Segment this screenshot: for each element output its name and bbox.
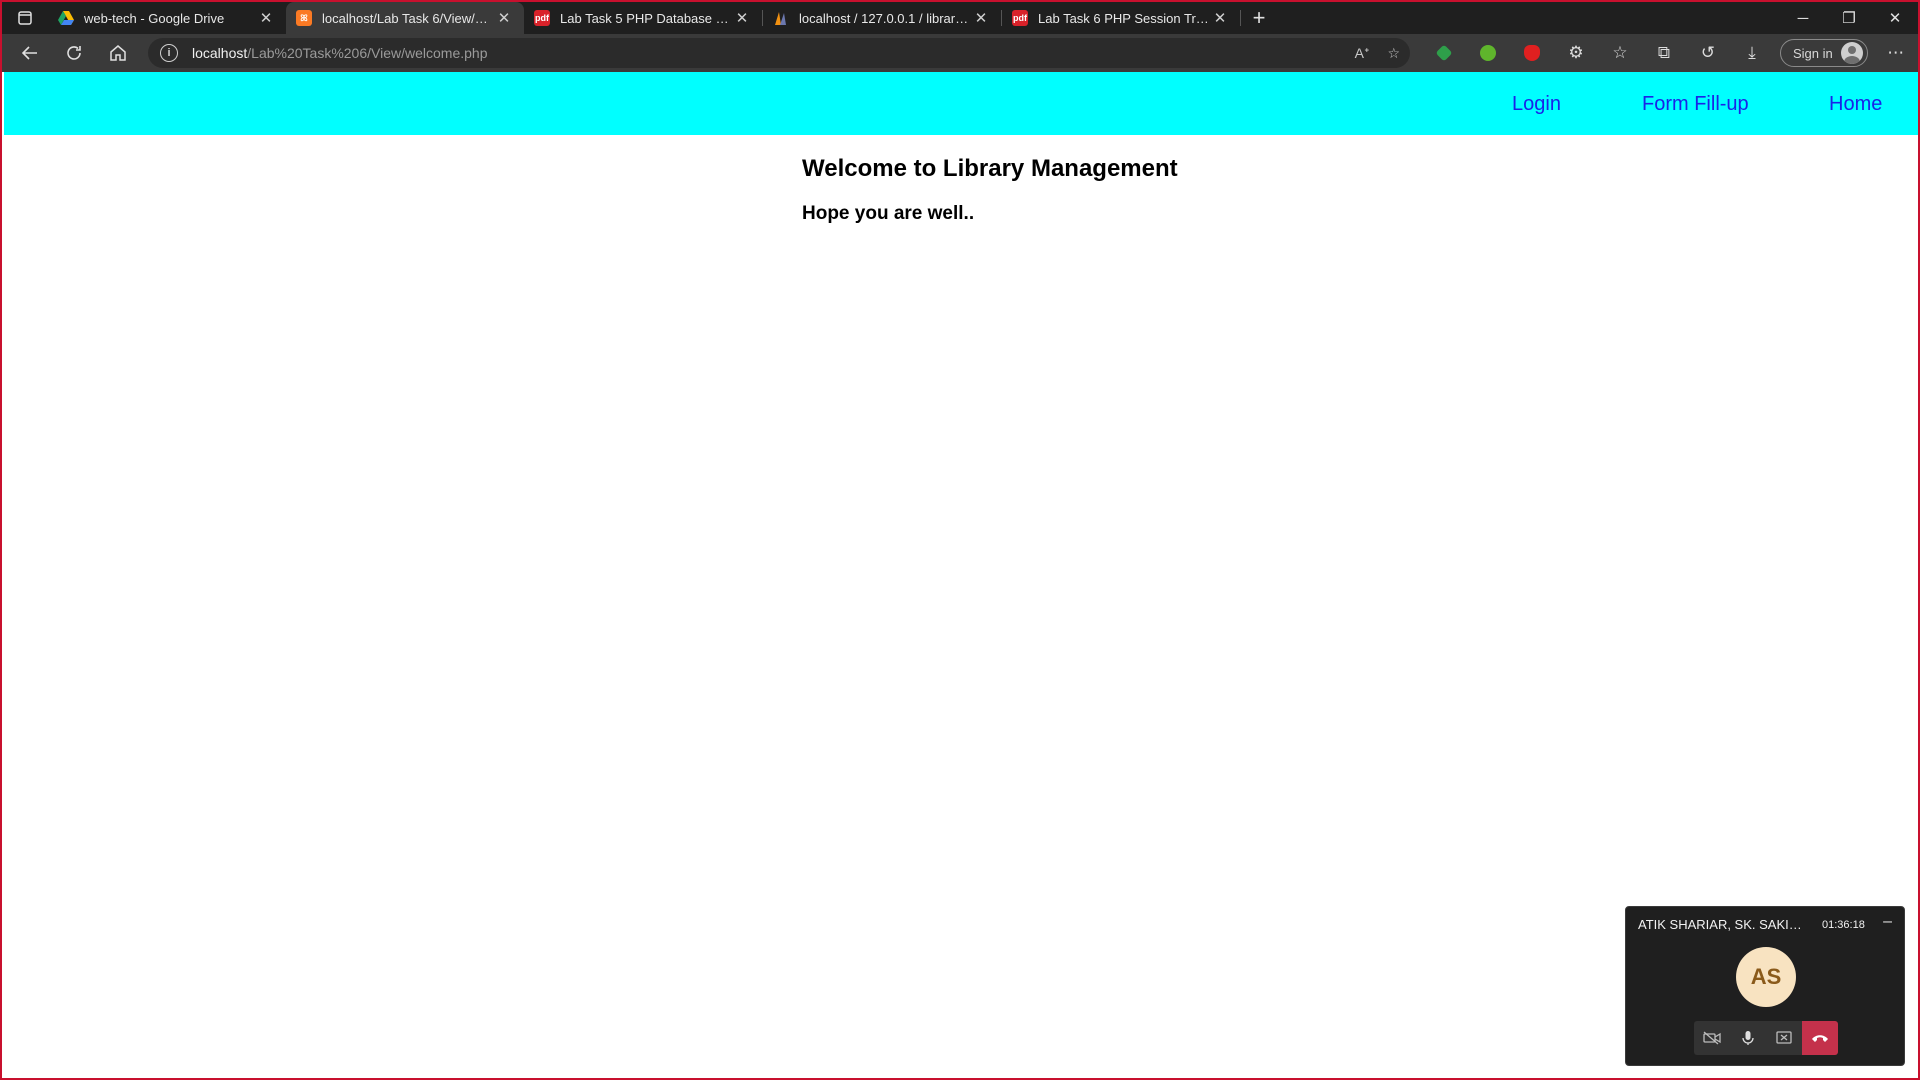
call-controls: [1694, 1021, 1838, 1055]
history-icon[interactable]: ↺: [1686, 34, 1730, 72]
tab-close-icon[interactable]: ✕: [1210, 9, 1230, 27]
call-participants: ATIK SHARIAR, SK. SAKIB ...: [1638, 917, 1806, 932]
collections-icon[interactable]: ⧉: [1642, 34, 1686, 72]
share-screen-button[interactable]: [1766, 1021, 1802, 1055]
share-screen-icon: [1776, 1031, 1792, 1044]
read-aloud-icon[interactable]: Aᐩ: [1355, 45, 1370, 62]
tab-close-icon[interactable]: ✕: [971, 9, 991, 27]
extension-green-icon[interactable]: [1422, 34, 1466, 72]
profile-avatar-icon: [1840, 42, 1863, 64]
home-icon: [110, 45, 126, 61]
add-favorite-icon[interactable]: ☆: [1387, 45, 1400, 62]
sign-in-button[interactable]: Sign in: [1780, 39, 1868, 67]
site-navbar: Login Form Fill-up Home: [4, 72, 1918, 135]
tab-phpmyadmin[interactable]: localhost / 127.0.0.1 / library / lib ✕: [763, 2, 1001, 34]
tab-title: web-tech - Google Drive: [84, 10, 225, 26]
new-tab-button[interactable]: +: [1241, 2, 1277, 34]
page-title: Welcome to Library Management: [802, 155, 1178, 182]
participant-avatar: AS: [1736, 947, 1796, 1007]
nav-link-home[interactable]: Home: [1829, 93, 1882, 116]
browser-toolbar: i localhost/Lab%20Task%206/View/welcome.…: [2, 34, 1918, 72]
hang-up-button[interactable]: [1802, 1021, 1838, 1055]
tab-lab-task-6[interactable]: pdf Lab Task 6 PHP Session Tracking ✕: [1002, 2, 1240, 34]
back-arrow-icon: [21, 46, 37, 60]
phpmyadmin-icon: [773, 10, 789, 26]
pdf-icon: pdf: [1012, 10, 1028, 26]
tab-title: localhost/Lab Task 6/View/welco: [322, 10, 494, 26]
call-widget[interactable]: ATIK SHARIAR, SK. SAKIB ... 01:36:18 – A…: [1625, 906, 1905, 1066]
xampp-icon: ꕤ: [296, 10, 312, 26]
sign-in-label: Sign in: [1793, 45, 1833, 61]
hang-up-icon: [1812, 1035, 1828, 1042]
page-subtitle: Hope you are well..: [802, 203, 975, 224]
tab-lab-task-5[interactable]: pdf Lab Task 5 PHP Database Conne ✕: [524, 2, 762, 34]
tab-close-icon[interactable]: ✕: [256, 9, 276, 27]
favorites-icon[interactable]: ☆: [1598, 34, 1642, 72]
url-path: /Lab%20Task%206/View/welcome.php: [247, 45, 488, 61]
tab-title: Lab Task 5 PHP Database Conne: [560, 10, 732, 26]
refresh-icon: [67, 46, 81, 60]
home-button[interactable]: [96, 34, 140, 72]
tab-close-icon[interactable]: ✕: [494, 9, 514, 27]
tab-actions-button[interactable]: [2, 2, 48, 34]
camera-off-icon: [1703, 1031, 1721, 1045]
call-duration: 01:36:18: [1822, 919, 1865, 931]
tab-google-drive[interactable]: web-tech - Google Drive ✕: [48, 2, 286, 34]
refresh-button[interactable]: [52, 34, 96, 72]
site-info-icon[interactable]: i: [160, 44, 178, 62]
address-bar[interactable]: i localhost/Lab%20Task%206/View/welcome.…: [148, 38, 1410, 68]
toolbar-extensions: ⚙ ☆ ⧉ ↺ ⤓ Sign in ⋯: [1422, 34, 1918, 72]
close-window-button[interactable]: ✕: [1872, 2, 1918, 34]
tab-title: localhost / 127.0.0.1 / library / lib: [799, 10, 971, 26]
nav-link-login[interactable]: Login: [1512, 93, 1561, 116]
camera-off-button[interactable]: [1694, 1021, 1730, 1055]
restore-button[interactable]: ❐: [1826, 2, 1872, 34]
window-controls: ─ ❐ ✕: [1780, 2, 1918, 34]
url-host: localhost: [192, 45, 248, 61]
minimize-call-button[interactable]: –: [1883, 913, 1892, 931]
extensions-puzzle-icon[interactable]: ⚙: [1554, 34, 1598, 72]
tab-title: Lab Task 6 PHP Session Tracking: [1038, 10, 1210, 26]
microphone-icon: [1742, 1031, 1754, 1045]
tab-welcome-page[interactable]: ꕤ localhost/Lab Task 6/View/welco ✕: [286, 2, 524, 34]
tab-actions-icon: [18, 11, 32, 25]
back-button[interactable]: [8, 34, 52, 72]
tab-strip: web-tech - Google Drive ✕ ꕤ localhost/La…: [2, 2, 1918, 34]
microphone-button[interactable]: [1730, 1021, 1766, 1055]
minimize-button[interactable]: ─: [1780, 2, 1826, 34]
downloads-icon[interactable]: ⤓: [1730, 34, 1774, 72]
extension-red-icon[interactable]: [1510, 34, 1554, 72]
tab-close-icon[interactable]: ✕: [732, 9, 752, 27]
google-drive-icon: [58, 10, 74, 26]
extension-grammarly-icon[interactable]: [1466, 34, 1510, 72]
more-menu-icon[interactable]: ⋯: [1874, 34, 1918, 72]
browser-window: web-tech - Google Drive ✕ ꕤ localhost/La…: [0, 0, 1920, 1080]
pdf-icon: pdf: [534, 10, 550, 26]
nav-link-form-fill-up[interactable]: Form Fill-up: [1642, 93, 1749, 116]
